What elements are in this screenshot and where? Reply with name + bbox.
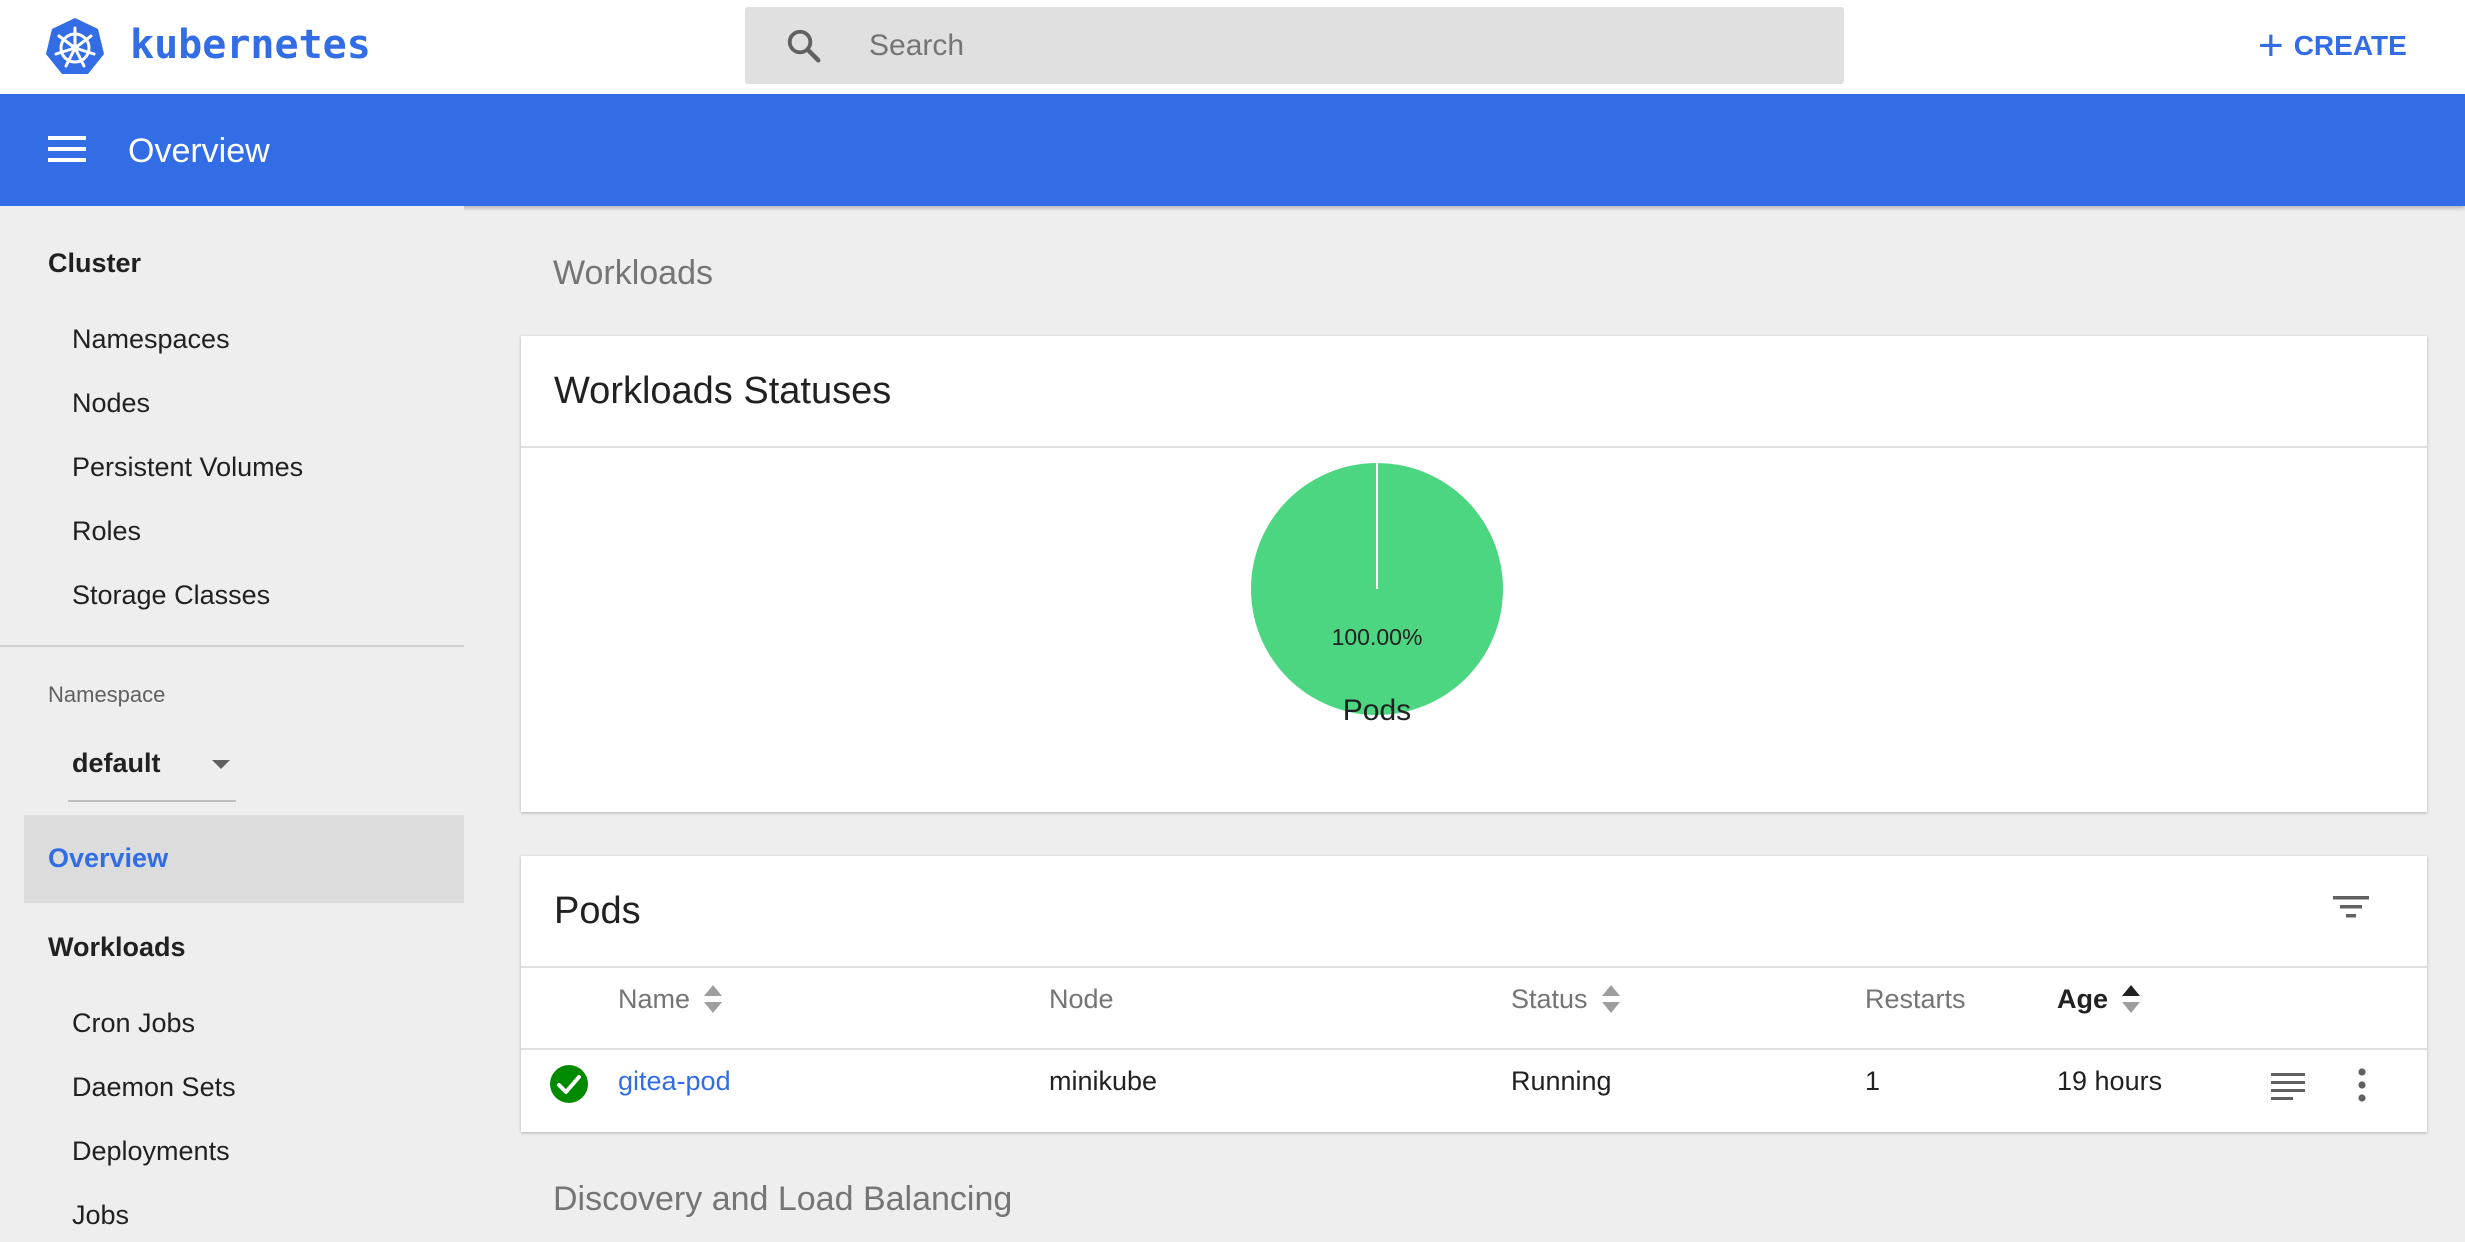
sidebar-item-daemon-sets[interactable]: Daemon Sets: [72, 1072, 236, 1103]
pod-restarts: 1: [1865, 1066, 1881, 1096]
column-header-node-label: Node: [1049, 984, 1114, 1014]
create-button[interactable]: + CREATE: [2258, 22, 2407, 70]
sidebar-item-overview[interactable]: Overview: [24, 815, 464, 903]
card-divider: [521, 446, 2427, 448]
namespace-select[interactable]: default: [68, 738, 236, 802]
top-bar: kubernetes + CREATE: [0, 0, 2465, 94]
sidebar-item-namespaces[interactable]: Namespaces: [72, 324, 230, 355]
sidebar-item-roles[interactable]: Roles: [72, 516, 141, 547]
pie-percent-label: 100.00%: [1332, 624, 1423, 650]
pods-card: Pods Name Node Status Restarts Age gitea…: [521, 856, 2427, 1132]
filter-icon[interactable]: [2331, 892, 2371, 922]
sidebar-item-deployments[interactable]: Deployments: [72, 1136, 230, 1167]
logs-icon[interactable]: [2271, 1072, 2305, 1100]
pie-chart-label: Pods: [1342, 694, 1412, 727]
pod-node: minikube: [1049, 1066, 1158, 1096]
page-header: Overview: [0, 94, 2465, 206]
workloads-statuses-title: Workloads Statuses: [554, 370, 892, 412]
sidebar-item-overview-label: Overview: [48, 843, 169, 873]
workloads-statuses-card: Workloads Statuses 100.00% Pods: [521, 336, 2427, 812]
column-header-restarts: Restarts: [1865, 984, 1966, 1015]
column-header-name-label: Name: [618, 984, 691, 1014]
sidebar-item-storage-classes[interactable]: Storage Classes: [72, 580, 270, 611]
dropdown-arrow-icon: [212, 760, 230, 769]
sort-icon[interactable]: [704, 984, 723, 1015]
sort-icon[interactable]: [1601, 984, 1620, 1015]
table-header-divider: [521, 1048, 2427, 1050]
pod-age: 19 hours: [2057, 1066, 2163, 1096]
more-vert-icon[interactable]: [2357, 1068, 2367, 1102]
namespace-value: default: [72, 748, 161, 778]
sort-ascending-icon[interactable]: [2122, 984, 2141, 1015]
sidebar-item-persistent-volumes[interactable]: Persistent Volumes: [72, 452, 303, 483]
search-box[interactable]: [745, 7, 1844, 84]
page-title: Overview: [128, 132, 270, 170]
sidebar-section-cluster[interactable]: Cluster: [48, 248, 141, 279]
sidebar-section-workloads[interactable]: Workloads: [48, 932, 186, 963]
create-label: CREATE: [2293, 30, 2407, 61]
column-header-status-label: Status: [1511, 984, 1588, 1014]
pods-card-title: Pods: [554, 890, 641, 932]
sidebar: Cluster Namespaces Nodes Persistent Volu…: [0, 206, 464, 1242]
namespace-label: Namespace: [48, 682, 166, 707]
sidebar-item-nodes[interactable]: Nodes: [72, 388, 150, 419]
pods-pie-chart[interactable]: 100.00%: [1251, 463, 1503, 715]
card-divider: [521, 966, 2427, 968]
column-header-age-label: Age: [2057, 984, 2109, 1014]
workloads-heading: Workloads: [553, 254, 713, 292]
sidebar-item-cron-jobs[interactable]: Cron Jobs: [72, 1008, 195, 1039]
pod-name-link[interactable]: gitea-pod: [618, 1066, 731, 1097]
pod-status: Running: [1511, 1066, 1612, 1096]
check-circle-icon: [550, 1065, 588, 1103]
hamburger-menu-icon[interactable]: [48, 134, 86, 164]
plus-icon: +: [2258, 21, 2284, 70]
sidebar-divider: [0, 645, 464, 647]
column-header-age[interactable]: Age: [2057, 984, 2141, 1015]
discovery-heading: Discovery and Load Balancing: [553, 1180, 1013, 1218]
brand-name[interactable]: kubernetes: [130, 22, 371, 68]
column-header-node: Node: [1049, 984, 1114, 1015]
column-header-restarts-label: Restarts: [1865, 984, 1966, 1014]
search-icon: [787, 29, 821, 63]
column-header-name[interactable]: Name: [618, 984, 723, 1015]
kubernetes-logo-icon[interactable]: [44, 16, 106, 78]
column-header-status[interactable]: Status: [1511, 984, 1620, 1015]
search-input[interactable]: [869, 7, 1809, 84]
sidebar-item-jobs[interactable]: Jobs: [72, 1200, 129, 1231]
